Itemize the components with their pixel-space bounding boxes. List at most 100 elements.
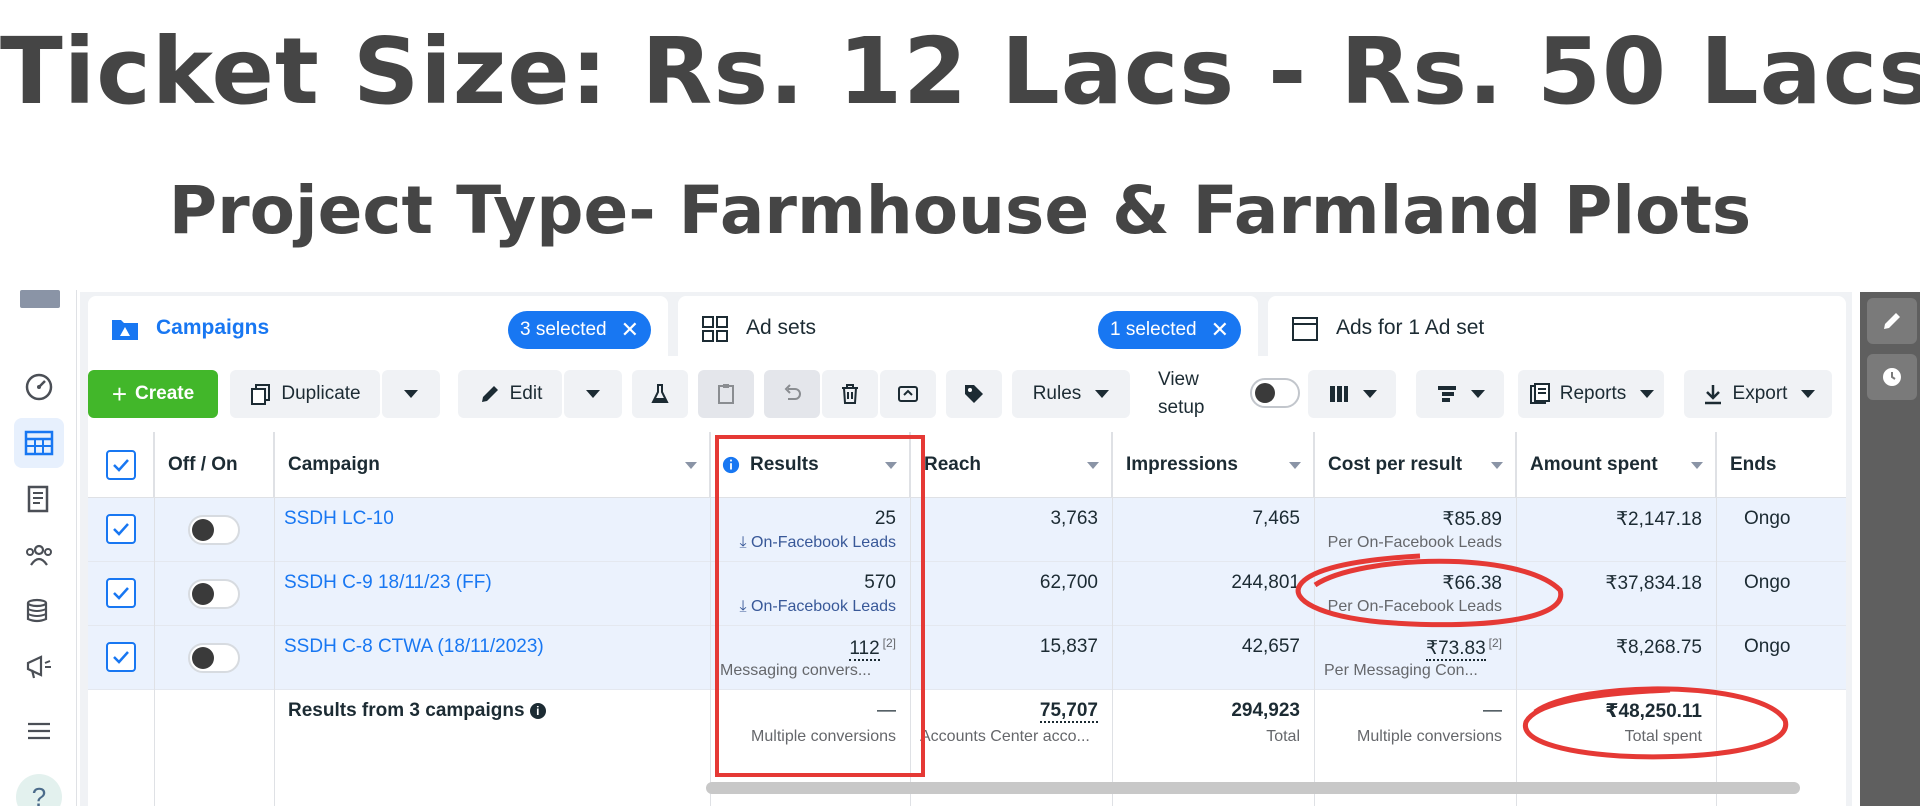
horizontal-scrollbar[interactable]	[706, 782, 1800, 794]
tab-ad-sets[interactable]: Ad sets 1 selected ✕	[678, 296, 1258, 358]
chevron-down-icon	[1363, 390, 1377, 398]
edit-panel-button[interactable]	[1867, 298, 1917, 344]
cost-per-result-type: Per On-Facebook Leads	[1327, 534, 1502, 551]
sort-caret-icon[interactable]	[885, 462, 897, 469]
sort-caret-icon[interactable]	[1691, 462, 1703, 469]
select-all-checkbox[interactable]	[106, 450, 136, 480]
dashboard-icon[interactable]	[14, 362, 64, 412]
results-type[interactable]: ⤓ On-Facebook Leads	[720, 598, 896, 616]
clear-selection-icon[interactable]: ✕	[621, 317, 639, 343]
results-number: 112	[849, 638, 880, 662]
history-panel-button[interactable]	[1867, 354, 1917, 400]
campaigns-table-icon[interactable]	[14, 418, 64, 468]
clear-selection-icon[interactable]: ✕	[1211, 317, 1229, 343]
column-header-campaign-label: Campaign	[288, 453, 380, 475]
ends-value: Ongo	[1744, 572, 1791, 593]
breakdown-button[interactable]	[1416, 370, 1504, 418]
summary-amount-type: Total spent	[1624, 728, 1702, 745]
campaign-name-link[interactable]: SSDH LC-10	[284, 508, 394, 530]
column-header-impressions-label: Impressions	[1126, 453, 1238, 475]
window-icon	[1292, 317, 1318, 341]
duplicate-icon	[251, 384, 271, 405]
ends-value: Ongo	[1744, 636, 1791, 657]
chevron-down-icon	[1471, 390, 1485, 398]
plus-icon: +	[111, 378, 128, 409]
results-value: 112 [2]	[720, 636, 896, 662]
info-icon[interactable]	[722, 456, 740, 474]
column-header-cost-per-result[interactable]: Cost per result	[1314, 432, 1516, 498]
results-type[interactable]: ⤓ On-Facebook Leads	[720, 534, 896, 552]
campaign-name-link[interactable]: SSDH C-8 CTWA (18/11/2023)	[284, 636, 544, 658]
tab-campaigns[interactable]: Campaigns 3 selected ✕	[88, 296, 668, 358]
row-checkbox[interactable]	[106, 514, 136, 544]
columns-button[interactable]	[1308, 370, 1396, 418]
cost-number: ₹73.83	[1426, 638, 1486, 662]
help-icon[interactable]: ?	[16, 774, 62, 806]
cost-per-result-type: Per On-Facebook Leads	[1327, 598, 1502, 615]
paste-button[interactable]	[698, 370, 754, 418]
row-checkbox[interactable]	[106, 642, 136, 672]
tab-campaigns-label: Campaigns	[156, 316, 270, 339]
delete-button[interactable]	[822, 370, 878, 418]
column-header-amount-spent[interactable]: Amount spent	[1516, 432, 1716, 498]
column-header-toggle[interactable]: Off / On	[154, 432, 274, 498]
toggle-knob	[192, 519, 214, 541]
info-icon[interactable]: i	[529, 702, 546, 719]
create-button[interactable]: + Create	[88, 370, 218, 418]
toolbar: + Create Duplicate Edit Rules View setup…	[88, 356, 1846, 432]
column-header-reach[interactable]: Reach	[910, 432, 1112, 498]
campaign-name-link[interactable]: SSDH C-9 18/11/23 (FF)	[284, 572, 492, 594]
view-setup-toggle[interactable]	[1250, 378, 1300, 408]
download-icon: ⤓	[739, 534, 752, 551]
view-setup-label: View setup	[1158, 369, 1205, 418]
campaigns-selected-badge[interactable]: 3 selected ✕	[508, 311, 652, 349]
tab-ads[interactable]: Ads for 1 Ad set	[1268, 296, 1846, 358]
grid-line	[910, 432, 911, 806]
advertising-megaphone-icon[interactable]	[14, 642, 64, 692]
tab-ads-label: Ads for 1 Ad set	[1336, 316, 1485, 339]
duplicate-button[interactable]: Duplicate	[230, 370, 380, 418]
pencil-icon	[481, 386, 498, 402]
results-type-label: On-Facebook Leads	[751, 598, 896, 615]
edit-button[interactable]: Edit	[458, 370, 562, 418]
sort-caret-icon[interactable]	[685, 462, 697, 469]
adsets-selected-badge[interactable]: 1 selected ✕	[1098, 311, 1242, 349]
sort-caret-icon[interactable]	[1087, 462, 1099, 469]
reports-button[interactable]: Reports	[1518, 370, 1664, 418]
share-button[interactable]	[880, 370, 936, 418]
clipboard-icon	[718, 384, 734, 404]
ends-value: Ongo	[1744, 508, 1791, 529]
breakdown-icon	[1438, 386, 1456, 402]
duplicate-dropdown-button[interactable]	[382, 370, 440, 418]
cost-per-result-value: ₹66.38	[1442, 573, 1502, 594]
sort-caret-icon[interactable]	[1491, 462, 1503, 469]
sort-caret-icon[interactable]	[1289, 462, 1301, 469]
column-header-ends[interactable]: Ends	[1716, 432, 1846, 498]
campaign-toggle[interactable]	[188, 579, 240, 609]
audiences-icon[interactable]	[14, 530, 64, 580]
grid-line	[1516, 432, 1517, 806]
column-header-campaign[interactable]: Campaign	[274, 432, 710, 498]
pencil-icon	[1884, 313, 1900, 329]
pages-icon[interactable]	[14, 474, 64, 524]
checkmark-icon	[113, 523, 129, 536]
menu-icon[interactable]	[14, 706, 64, 756]
tag-button[interactable]	[946, 370, 1002, 418]
ab-test-button[interactable]	[632, 370, 688, 418]
rules-button[interactable]: Rules	[1012, 370, 1130, 418]
undo-button[interactable]	[764, 370, 820, 418]
column-header-results[interactable]: Results	[710, 432, 910, 498]
row-checkbox[interactable]	[106, 578, 136, 608]
tag-icon	[965, 385, 983, 403]
column-header-impressions[interactable]: Impressions	[1112, 432, 1314, 498]
columns-icon	[1330, 386, 1348, 402]
campaign-toggle[interactable]	[188, 643, 240, 673]
export-button[interactable]: Export	[1684, 370, 1832, 418]
campaigns-table: Off / On Campaign Results Reach Impressi…	[88, 432, 1846, 806]
right-side-panel	[1860, 292, 1920, 806]
edit-dropdown-button[interactable]	[564, 370, 622, 418]
campaign-toggle[interactable]	[188, 515, 240, 545]
create-label: Create	[135, 383, 195, 404]
billing-icon[interactable]	[14, 586, 64, 636]
grid-line	[1314, 432, 1315, 806]
